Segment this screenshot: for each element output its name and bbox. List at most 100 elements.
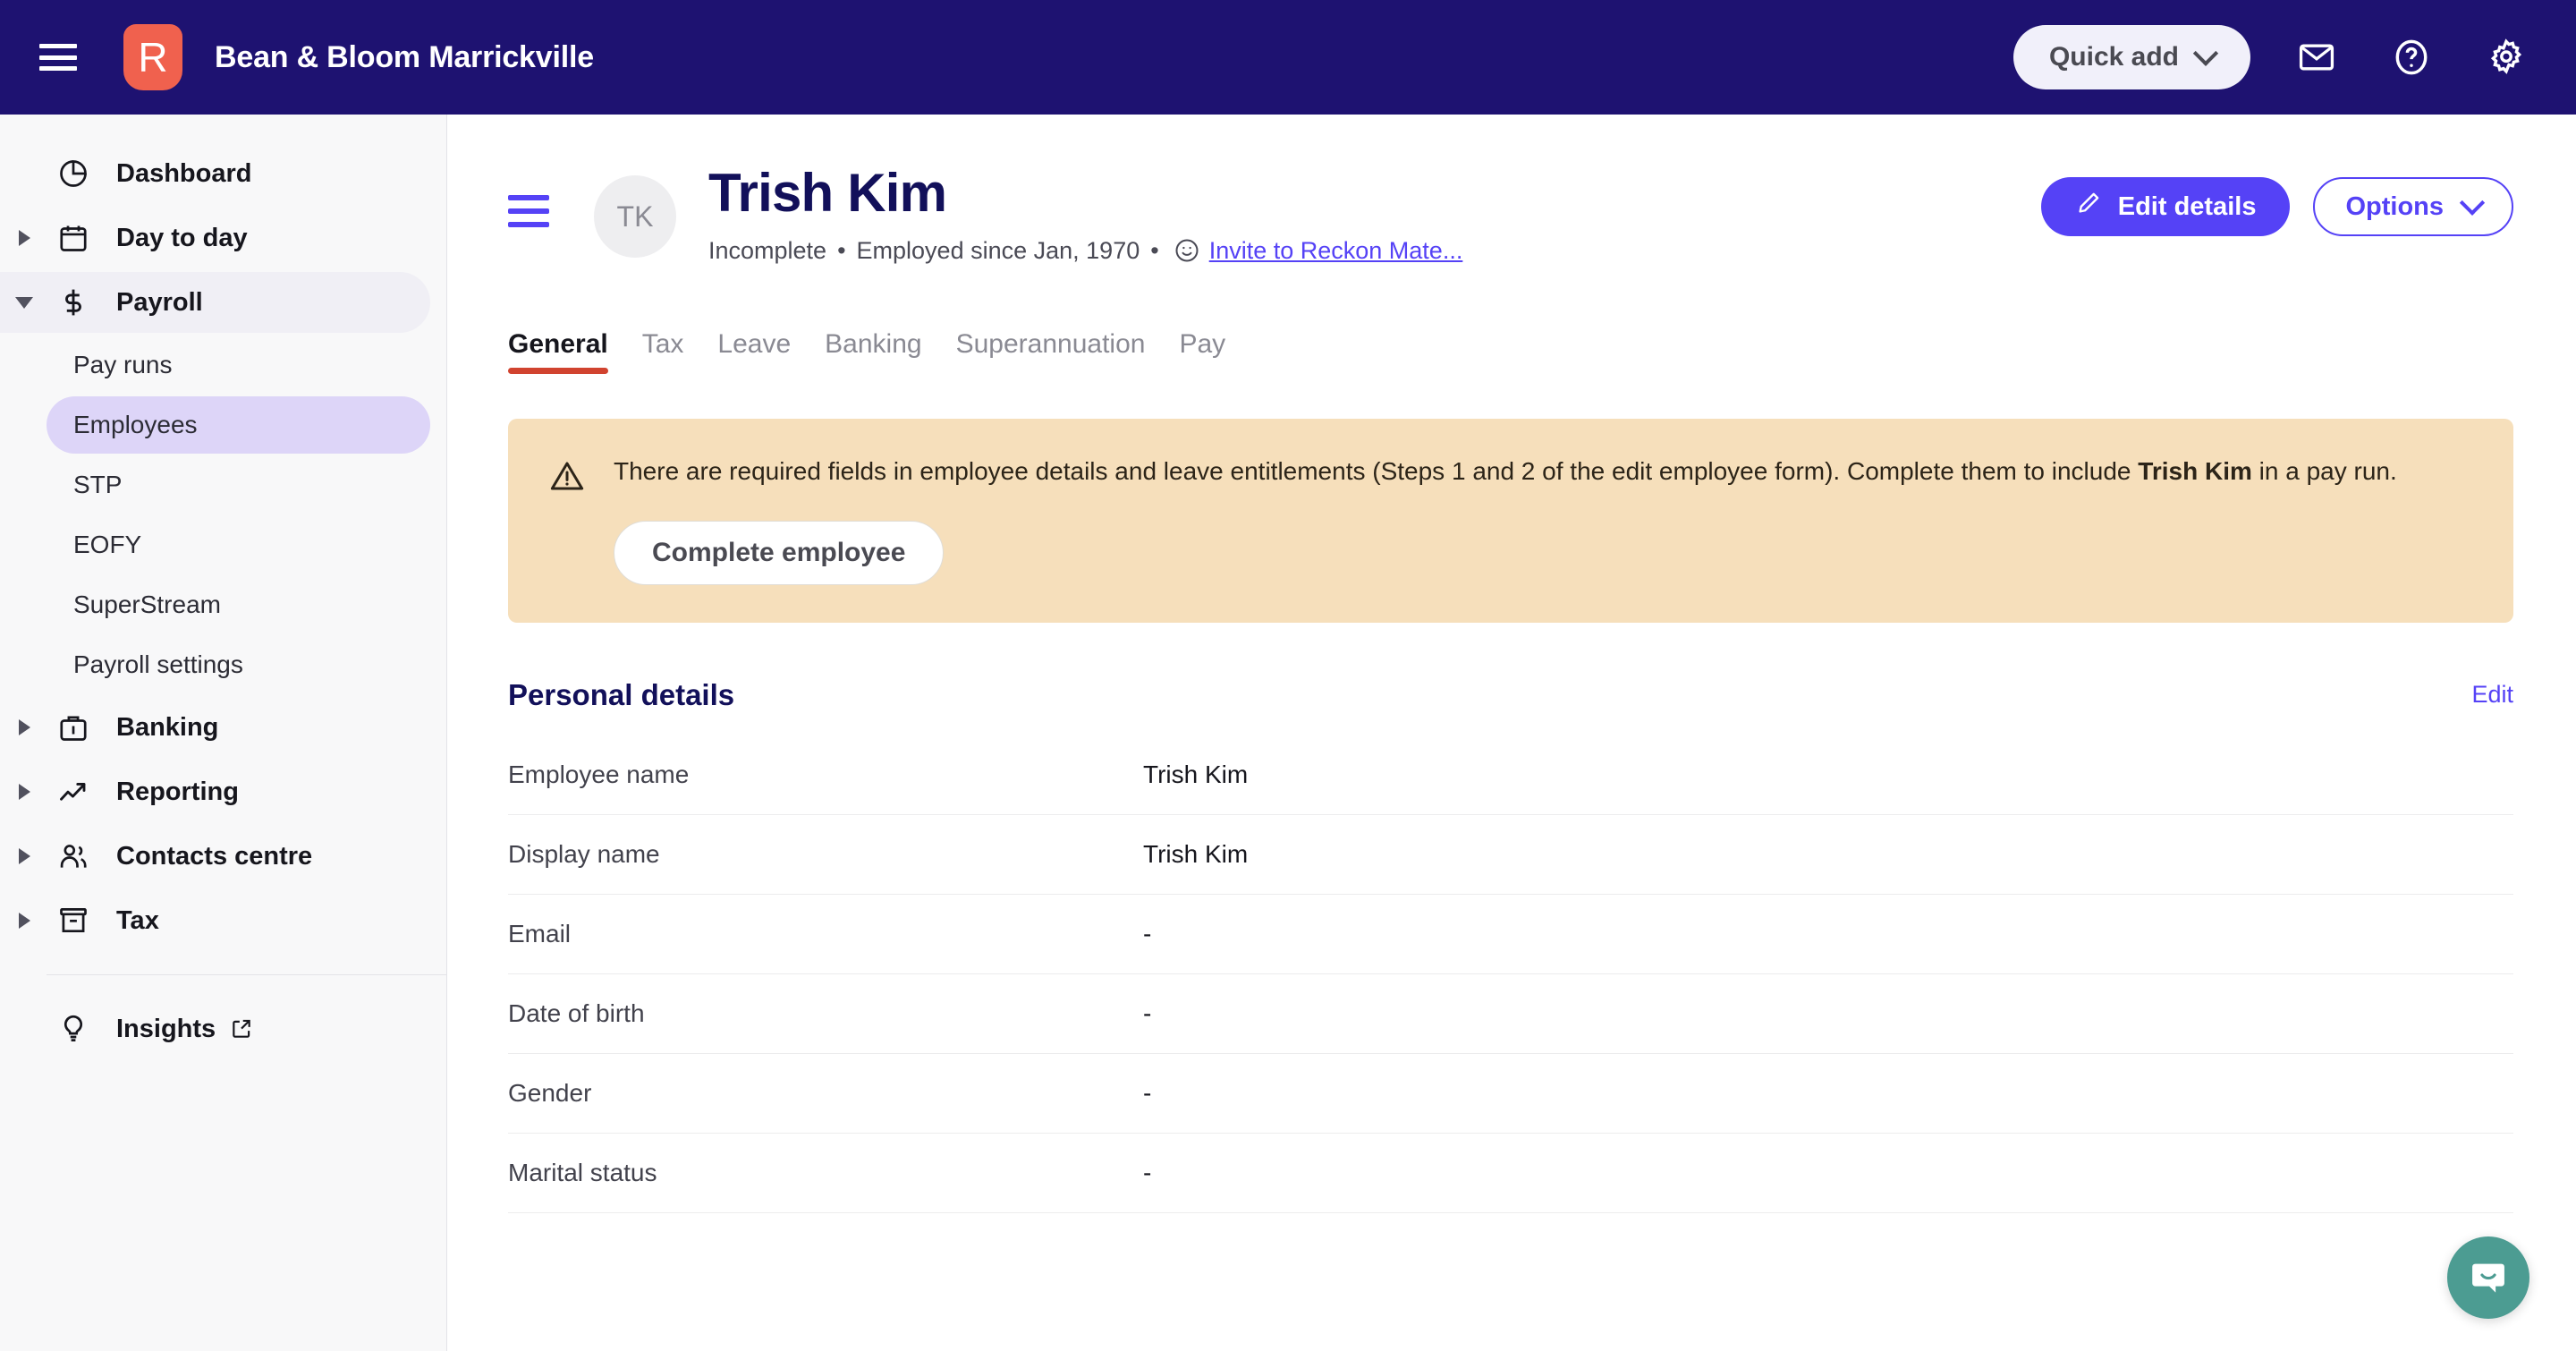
top-navigation-bar: R Bean & Bloom Marrickville Quick add — [0, 0, 2576, 115]
help-icon[interactable] — [2383, 29, 2440, 86]
row-label: Marital status — [508, 1158, 657, 1186]
sidebar-subitem-label: EOFY — [73, 531, 142, 558]
sidebar-subitem-pay-runs[interactable]: Pay runs — [47, 336, 430, 394]
caret-right-icon[interactable] — [0, 784, 48, 800]
table-row: Display name Trish Kim — [508, 815, 2513, 895]
dollar-icon — [48, 286, 98, 319]
employee-meta: Incomplete • Employed since Jan, 1970 • … — [708, 237, 1462, 265]
sidebar-item-label: Tax — [116, 905, 159, 935]
external-link-icon — [230, 1017, 253, 1041]
sidebar-item-label: Banking — [116, 712, 219, 742]
sidebar-subitem-label: Payroll settings — [73, 650, 243, 678]
header-actions: Edit details Options — [2040, 177, 2513, 236]
gear-icon[interactable] — [2478, 29, 2535, 86]
caret-right-icon[interactable] — [0, 719, 48, 735]
row-value: Trish Kim — [1143, 839, 1249, 868]
archive-icon — [48, 905, 98, 937]
tab-pay[interactable]: Pay — [1179, 329, 1225, 387]
tab-leave[interactable]: Leave — [717, 329, 791, 387]
reckon-logo: R — [123, 24, 182, 90]
alert-message: There are required fields in employee de… — [614, 455, 2474, 489]
topnav-actions: Quick add — [2012, 25, 2535, 89]
sidebar-subitem-superstream[interactable]: SuperStream — [47, 576, 430, 633]
alert-highlight-name: Trish Kim — [2138, 456, 2252, 485]
table-row: Date of birth - — [508, 974, 2513, 1054]
row-label: Employee name — [508, 760, 690, 788]
warning-triangle-icon — [549, 458, 585, 498]
avatar: TK — [594, 175, 676, 258]
personal-details-header: Personal details Edit — [508, 678, 2513, 712]
options-button[interactable]: Options — [2313, 177, 2513, 236]
table-row: Gender - — [508, 1054, 2513, 1134]
hamburger-icon[interactable] — [39, 44, 77, 71]
edit-details-button[interactable]: Edit details — [2040, 177, 2291, 236]
status-badge: Incomplete — [708, 236, 827, 264]
sidebar-item-insights[interactable]: Insights — [0, 998, 430, 1059]
sidebar-subitem-stp[interactable]: STP — [47, 456, 430, 514]
row-value: - — [1143, 1158, 1152, 1186]
users-icon — [48, 840, 98, 872]
complete-employee-button[interactable]: Complete employee — [614, 520, 945, 585]
lightbulb-icon — [48, 1013, 98, 1045]
quick-add-button[interactable]: Quick add — [2012, 25, 2250, 89]
sidebar-item-label: Reporting — [116, 777, 239, 806]
row-value: - — [1143, 998, 1152, 1027]
page-title: Trish Kim — [708, 163, 947, 223]
employee-tabs: General Tax Leave Banking Superannuation… — [508, 329, 2513, 387]
options-label: Options — [2345, 191, 2444, 221]
meta-separator: • — [837, 236, 846, 264]
row-label: Date of birth — [508, 998, 645, 1027]
main-content: TK Trish Kim Incomplete • Employed since… — [447, 115, 2576, 1351]
row-value: Trish Kim — [1143, 760, 1249, 788]
smiley-icon — [1174, 237, 1200, 264]
row-label: Email — [508, 919, 572, 947]
required-fields-alert: There are required fields in employee de… — [508, 418, 2513, 623]
calendar-icon — [48, 222, 98, 254]
caret-down-icon[interactable] — [0, 296, 48, 309]
sidebar-item-label: Day to day — [116, 223, 248, 252]
alert-text-part2: in a pay run. — [2251, 456, 2397, 485]
tab-banking[interactable]: Banking — [825, 329, 921, 387]
sidebar-subitem-label: SuperStream — [73, 591, 221, 618]
mail-icon[interactable] — [2288, 29, 2345, 86]
caret-right-icon[interactable] — [0, 230, 48, 246]
pencil-icon — [2075, 190, 2102, 224]
sidebar-item-banking[interactable]: Banking — [0, 697, 430, 758]
company-name: Bean & Bloom Marrickville — [215, 39, 594, 74]
sidebar-item-tax[interactable]: Tax — [0, 890, 430, 951]
employed-since: Employed since Jan, 1970 — [856, 236, 1140, 264]
caret-right-icon[interactable] — [0, 913, 48, 929]
tab-tax[interactable]: Tax — [642, 329, 684, 387]
sidebar-subitem-label: STP — [73, 471, 123, 498]
sidebar-subitem-employees[interactable]: Employees — [47, 396, 430, 454]
personal-details-table: Employee name Trish Kim Display name Tri… — [508, 735, 2513, 1213]
page-menu-icon[interactable] — [508, 195, 549, 227]
edit-personal-details-link[interactable]: Edit — [2471, 681, 2513, 709]
row-label: Gender — [508, 1078, 592, 1107]
sidebar-divider — [47, 974, 446, 975]
sidebar-item-label: Insights — [116, 1014, 216, 1043]
sidebar-item-payroll[interactable]: Payroll — [0, 272, 430, 333]
sidebar-item-label: Payroll — [116, 287, 203, 317]
meta-separator: • — [1150, 236, 1159, 264]
quick-add-label: Quick add — [2048, 42, 2179, 72]
sidebar-item-day-to-day[interactable]: Day to day — [0, 208, 430, 268]
sidebar-subitem-payroll-settings[interactable]: Payroll settings — [47, 636, 430, 693]
invite-to-reckon-mate-link[interactable]: Invite to Reckon Mate... — [1209, 237, 1463, 265]
tab-general[interactable]: General — [508, 329, 608, 387]
chevron-down-icon — [2192, 40, 2219, 66]
caret-right-icon[interactable] — [0, 848, 48, 864]
tab-superannuation[interactable]: Superannuation — [956, 329, 1146, 387]
sidebar-item-label: Dashboard — [116, 158, 252, 188]
sidebar-subitem-label: Pay runs — [73, 351, 173, 378]
sidebar-item-contacts-centre[interactable]: Contacts centre — [0, 826, 430, 887]
sidebar-subitem-eofy[interactable]: EOFY — [47, 516, 430, 574]
row-value: - — [1143, 919, 1152, 947]
page-layout: Dashboard Day to day Payroll Pay runs Em… — [0, 115, 2576, 1351]
sidebar-item-dashboard[interactable]: Dashboard — [0, 143, 430, 204]
pie-chart-icon — [48, 157, 98, 190]
alert-body: There are required fields in employee de… — [614, 455, 2474, 585]
chat-bubble-icon[interactable] — [2447, 1236, 2529, 1319]
sidebar-item-reporting[interactable]: Reporting — [0, 761, 430, 822]
chevron-down-icon — [2459, 190, 2486, 216]
